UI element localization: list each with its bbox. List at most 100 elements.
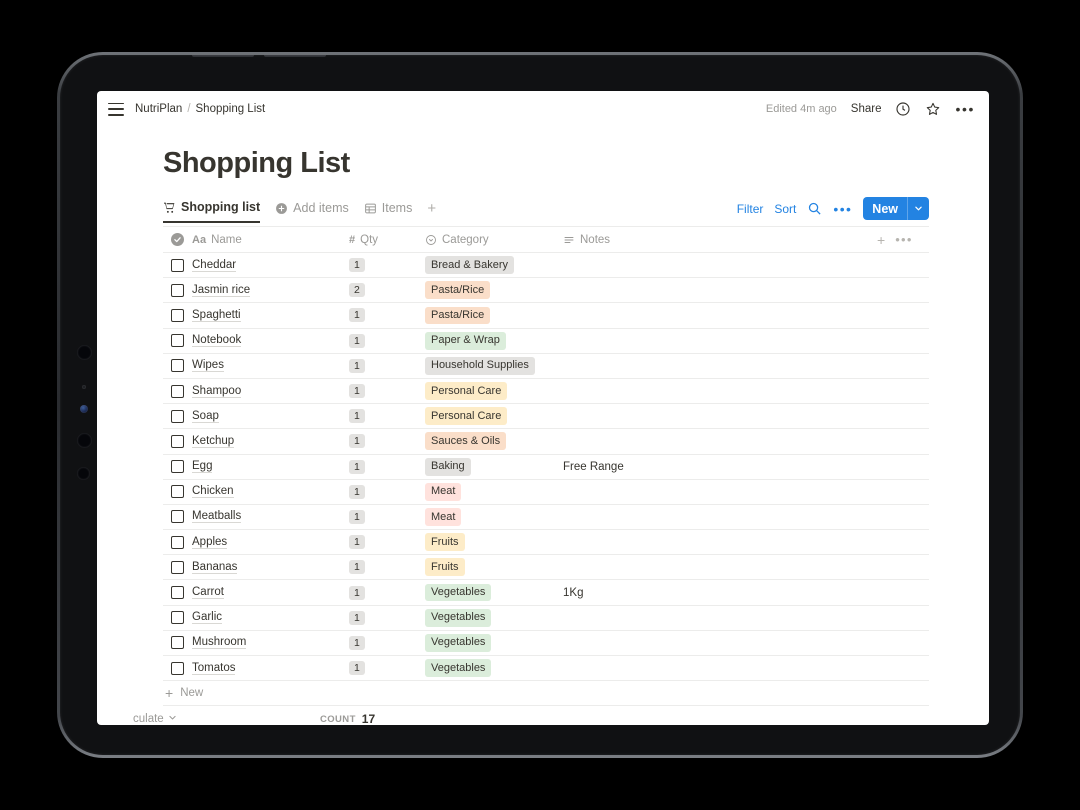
cell-category[interactable]: Bread & Bakery	[425, 256, 563, 275]
item-name[interactable]: Shampoo	[192, 385, 242, 398]
tab-items[interactable]: Items	[364, 201, 412, 222]
cell-category[interactable]: Pasta/Rice	[425, 306, 563, 325]
sort-button[interactable]: Sort	[774, 202, 796, 216]
row-checkbox[interactable]	[163, 611, 192, 625]
cell-name[interactable]: Soap	[192, 410, 349, 423]
cell-name[interactable]: Chicken	[192, 485, 349, 499]
volume-up-button[interactable]	[192, 55, 254, 57]
checkbox-icon[interactable]	[171, 510, 184, 524]
item-name[interactable]: Tomatos	[192, 662, 236, 675]
checkbox-icon[interactable]	[171, 359, 184, 373]
item-name[interactable]: Carrot	[192, 586, 224, 600]
row-checkbox[interactable]	[163, 460, 192, 474]
cell-category[interactable]: Paper & Wrap	[425, 331, 563, 350]
row-checkbox[interactable]	[163, 586, 192, 600]
cell-qty[interactable]: 1	[349, 409, 425, 424]
cell-name[interactable]: Wipes	[192, 359, 349, 373]
table-row[interactable]: Ketchup 1 Sauces & Oils	[163, 429, 929, 455]
table-row[interactable]: Mushroom 1 Vegetables	[163, 631, 929, 656]
table-row[interactable]: Bananas 1 Fruits	[163, 555, 929, 581]
cell-category[interactable]: Vegetables	[425, 583, 563, 602]
cell-qty[interactable]: 1	[349, 535, 425, 550]
cell-category[interactable]: Fruits	[425, 558, 563, 577]
cell-qty[interactable]: 1	[349, 459, 425, 474]
cell-category[interactable]: Vegetables	[425, 659, 563, 678]
cell-qty[interactable]: 1	[349, 308, 425, 323]
header-name-column[interactable]: Aa Name	[192, 234, 349, 246]
breadcrumb-root[interactable]: NutriPlan	[135, 103, 182, 115]
cell-name[interactable]: Bananas	[192, 561, 349, 574]
cell-qty[interactable]: 1	[349, 610, 425, 625]
checkbox-icon[interactable]	[171, 283, 184, 297]
cell-qty[interactable]: 1	[349, 560, 425, 575]
checkbox-icon[interactable]	[171, 636, 184, 650]
item-name[interactable]: Mushroom	[192, 636, 247, 650]
table-row[interactable]: Meatballs 1 Meat	[163, 505, 929, 531]
new-row-button[interactable]: + New	[163, 681, 929, 707]
cell-name[interactable]: Carrot	[192, 586, 349, 600]
cell-name[interactable]: Jasmin rice	[192, 284, 349, 297]
cell-category[interactable]: Meat	[425, 508, 563, 526]
cell-category[interactable]: Baking	[425, 457, 563, 476]
table-row[interactable]: Spaghetti 1 Pasta/Rice	[163, 303, 929, 329]
item-name[interactable]: Chicken	[192, 485, 234, 499]
cell-qty[interactable]: 2	[349, 283, 425, 298]
checkbox-icon[interactable]	[171, 258, 184, 272]
checkbox-icon[interactable]	[171, 560, 184, 574]
item-name[interactable]: Apples	[192, 536, 228, 549]
checkbox-icon[interactable]	[171, 334, 184, 348]
cell-name[interactable]: Tomatos	[192, 662, 349, 675]
cell-category[interactable]: Personal Care	[425, 407, 563, 426]
table-row[interactable]: Cheddar 1 Bread & Bakery	[163, 253, 929, 279]
table-row[interactable]: Apples 1 Fruits	[163, 530, 929, 556]
cell-category[interactable]: Vegetables	[425, 608, 563, 627]
row-checkbox[interactable]	[163, 283, 192, 297]
table-row[interactable]: Wipes 1 Household Supplies	[163, 354, 929, 379]
header-qty-column[interactable]: # Qty	[349, 234, 425, 246]
breadcrumb-current[interactable]: Shopping List	[196, 103, 266, 115]
row-checkbox[interactable]	[163, 485, 192, 499]
checkbox-icon[interactable]	[171, 384, 184, 398]
checkbox-icon[interactable]	[171, 460, 184, 474]
item-name[interactable]: Jasmin rice	[192, 284, 251, 297]
row-checkbox[interactable]	[163, 560, 192, 574]
cell-name[interactable]: Garlic	[192, 611, 349, 625]
cell-category[interactable]: Personal Care	[425, 382, 563, 400]
row-checkbox[interactable]	[163, 535, 192, 549]
item-name[interactable]: Bananas	[192, 561, 238, 574]
cell-qty[interactable]: 1	[349, 434, 425, 449]
cell-qty[interactable]: 1	[349, 509, 425, 524]
cell-category[interactable]: Vegetables	[425, 633, 563, 652]
clock-history-icon[interactable]	[895, 101, 911, 117]
more-options-icon[interactable]: •••	[955, 102, 975, 116]
share-button[interactable]: Share	[851, 103, 882, 115]
table-row[interactable]: Egg 1 Baking Free Range	[163, 455, 929, 480]
table-row[interactable]: Soap 1 Personal Care	[163, 404, 929, 430]
row-checkbox[interactable]	[163, 359, 192, 373]
row-checkbox[interactable]	[163, 308, 192, 322]
add-view-button[interactable]: +	[427, 200, 436, 224]
table-row[interactable]: Jasmin rice 2 Pasta/Rice	[163, 278, 929, 304]
item-name[interactable]: Soap	[192, 410, 219, 423]
row-checkbox[interactable]	[163, 334, 192, 348]
item-name[interactable]: Ketchup	[192, 435, 235, 448]
checkbox-icon[interactable]	[171, 409, 184, 423]
checkbox-icon[interactable]	[171, 485, 184, 499]
table-row[interactable]: Chicken 1 Meat	[163, 480, 929, 505]
cell-qty[interactable]: 1	[349, 258, 425, 273]
header-category-column[interactable]: Category	[425, 234, 563, 246]
star-icon[interactable]	[925, 101, 941, 117]
cell-qty[interactable]: 1	[349, 484, 425, 499]
item-name[interactable]: Cheddar	[192, 259, 237, 272]
cell-name[interactable]: Cheddar	[192, 259, 349, 272]
row-checkbox[interactable]	[163, 636, 192, 650]
item-name[interactable]: Spaghetti	[192, 309, 241, 322]
cell-qty[interactable]: 1	[349, 585, 425, 600]
table-row[interactable]: Garlic 1 Vegetables	[163, 606, 929, 631]
filter-button[interactable]: Filter	[737, 202, 764, 216]
checkbox-icon[interactable]	[171, 586, 184, 600]
item-name[interactable]: Garlic	[192, 611, 223, 625]
row-checkbox[interactable]	[163, 661, 192, 675]
cell-category[interactable]: Pasta/Rice	[425, 281, 563, 300]
cell-name[interactable]: Shampoo	[192, 385, 349, 398]
